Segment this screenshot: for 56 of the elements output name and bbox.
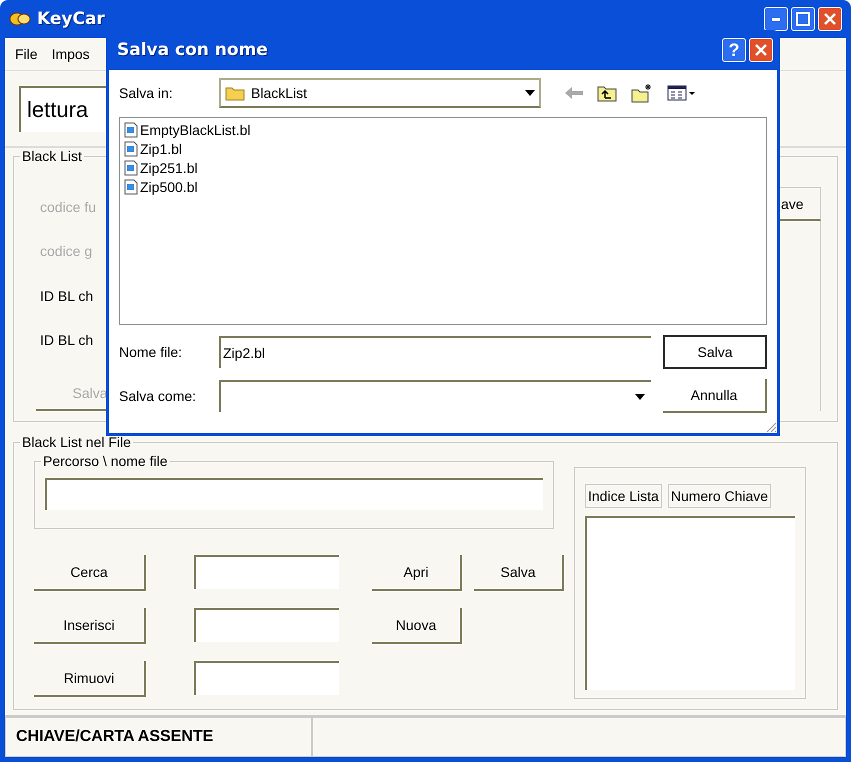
maximize-button[interactable] xyxy=(791,7,815,31)
new-button[interactable]: Nuova xyxy=(372,608,462,644)
input-field[interactable] xyxy=(194,555,339,589)
input-field[interactable] xyxy=(194,661,339,695)
action-button[interactable]: Cerca xyxy=(34,555,146,591)
keys-icon xyxy=(9,11,31,27)
field-label: codice fu xyxy=(40,199,96,217)
folder-up-icon[interactable] xyxy=(597,84,617,102)
group-title: Black List xyxy=(20,148,84,164)
group-title: Black List nel File xyxy=(20,434,133,450)
list-box[interactable] xyxy=(585,516,795,690)
action-button[interactable]: Rimuovi xyxy=(34,661,146,697)
column-header[interactable]: Numero Chiave xyxy=(668,484,772,508)
dialog-title: Salva con nome xyxy=(117,40,268,60)
close-icon xyxy=(754,43,768,57)
document-icon xyxy=(124,122,138,138)
window-title: KeyCar xyxy=(37,9,105,29)
status-text: CHIAVE/CARTA ASSENTE xyxy=(5,717,312,757)
field-label: codice g xyxy=(40,243,92,262)
bl-document-entry[interactable]: EmptyBlackList.bl xyxy=(124,122,250,138)
action-button[interactable]: Inserisci xyxy=(34,608,146,644)
resize-grip-icon[interactable] xyxy=(765,421,777,433)
field-label: ID BL ch xyxy=(40,332,94,350)
field-label: ID BL ch xyxy=(40,288,94,306)
minimize-button[interactable] xyxy=(764,7,788,31)
open-button[interactable]: Apri xyxy=(372,555,462,591)
menu-item[interactable]: File xyxy=(15,46,38,62)
close-button[interactable] xyxy=(818,7,842,31)
back-arrow-icon[interactable] xyxy=(565,87,583,99)
bl-document-entry[interactable]: Zip1.bl xyxy=(124,141,182,157)
caret-icon xyxy=(525,90,535,96)
folder-dropdown[interactable]: BlackList xyxy=(219,78,541,108)
minimize-icon xyxy=(772,18,780,20)
document-icon xyxy=(124,160,138,176)
column-header[interactable]: Indice Lista xyxy=(585,484,662,508)
new-folder-icon[interactable] xyxy=(631,83,653,103)
document-icon xyxy=(124,141,138,157)
view-menu-icon[interactable] xyxy=(667,85,695,101)
group-title: Percorso \ nome file xyxy=(41,453,170,469)
file-name-field[interactable]: Zip2.bl xyxy=(219,336,651,368)
bl-document-entry[interactable]: Zip500.bl xyxy=(124,179,198,195)
document-icon xyxy=(124,179,138,195)
close-icon xyxy=(823,12,837,26)
dialog-button[interactable]: Salva xyxy=(663,335,767,369)
field-label: Salva in: xyxy=(119,85,174,101)
dialog-button[interactable]: Annulla xyxy=(663,379,767,413)
help-button[interactable]: ? xyxy=(722,38,746,62)
bl-document-entry[interactable]: Zip251.bl xyxy=(124,160,198,176)
folder-icon xyxy=(225,85,245,101)
save-button[interactable]: Salva xyxy=(474,555,564,591)
input-field[interactable] xyxy=(194,608,339,642)
caret-icon xyxy=(635,394,645,400)
menu-item[interactable]: Impos xyxy=(52,46,90,62)
maximize-icon xyxy=(796,12,810,26)
close-button[interactable] xyxy=(749,38,773,62)
field-label: Nome file: xyxy=(119,344,184,360)
